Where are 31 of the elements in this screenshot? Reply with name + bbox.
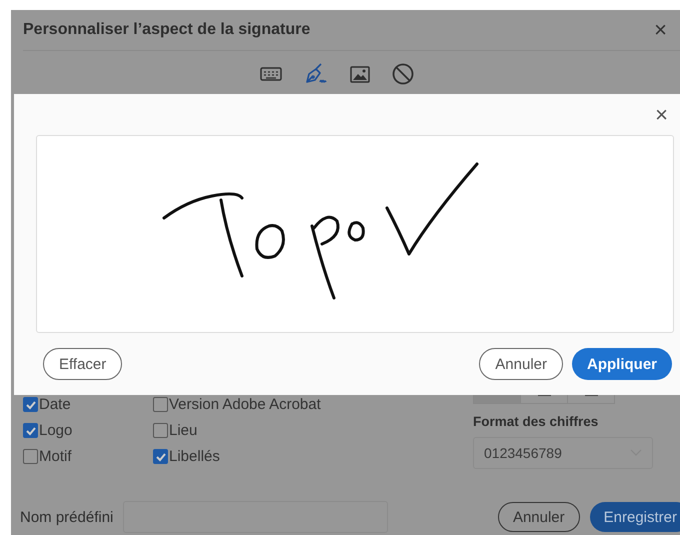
none-tab[interactable]	[392, 63, 414, 85]
option-checkbox[interactable]: Motif	[23, 446, 153, 467]
field-label: Nom prédéfini	[20, 508, 114, 526]
apply-button[interactable]: Appliquer	[572, 348, 672, 380]
option-checkbox[interactable]: Libellés	[153, 446, 353, 467]
dialog-title: Personnaliser l’aspect de la signature	[23, 21, 312, 39]
checkbox[interactable]	[23, 397, 38, 412]
checkbox[interactable]	[23, 423, 38, 438]
option-checkbox[interactable]: Date	[23, 394, 153, 415]
checkbox[interactable]	[153, 423, 168, 438]
no-entry-icon	[392, 63, 414, 85]
option-checkbox[interactable]: Lieu	[153, 420, 353, 441]
image-icon	[350, 66, 370, 82]
clear-button[interactable]: Effacer	[43, 348, 122, 380]
checkbox[interactable]	[153, 397, 168, 412]
close-button[interactable]: ×	[654, 17, 667, 43]
option-checkbox[interactable]: Logo	[23, 420, 153, 441]
number-format-dropdown[interactable]: 0123456789	[473, 437, 653, 469]
checkbox[interactable]	[23, 449, 38, 464]
save-button[interactable]: Enregistrer	[590, 502, 680, 532]
close-button[interactable]: ×	[655, 102, 668, 128]
keyboard-icon	[260, 66, 282, 82]
cancel-button[interactable]: Annuler	[498, 502, 580, 532]
field-label: Format des chiffres	[473, 414, 600, 429]
cancel-button[interactable]: Annuler	[479, 348, 563, 380]
image-tab[interactable]	[350, 66, 370, 82]
checkbox[interactable]	[153, 449, 168, 464]
keyboard-tab[interactable]	[260, 66, 282, 82]
pen-tab[interactable]	[304, 63, 328, 85]
pen-icon	[304, 63, 328, 85]
option-checkbox[interactable]: Version Adobe Acrobat	[153, 394, 353, 415]
